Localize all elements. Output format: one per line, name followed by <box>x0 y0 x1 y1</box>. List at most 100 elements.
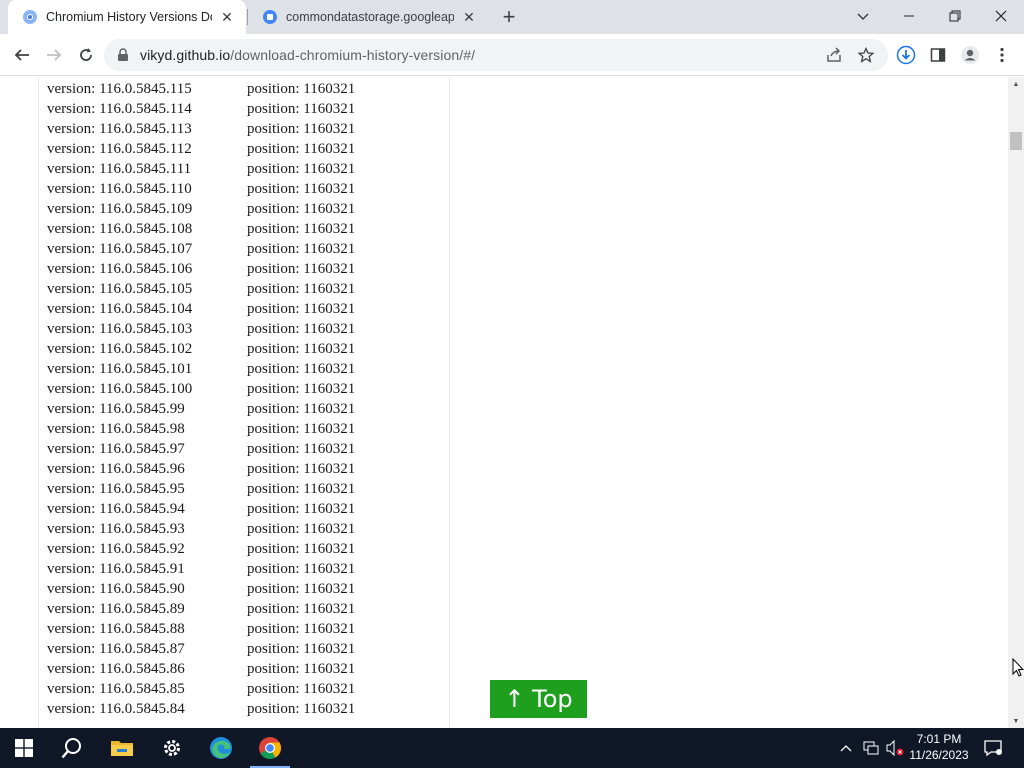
top-button[interactable]: ↑ Top <box>490 680 587 718</box>
version-label[interactable]: version: 116.0.5845.114 <box>47 101 192 118</box>
tab-search-chevron-icon[interactable] <box>840 0 886 32</box>
chromium-favicon-icon <box>23 10 37 24</box>
notification-center-icon[interactable] <box>980 728 1006 768</box>
minimize-icon[interactable] <box>886 0 932 32</box>
lock-icon[interactable] <box>116 48 130 62</box>
forward-icon[interactable] <box>40 41 68 69</box>
menu-more-icon[interactable] <box>988 41 1016 69</box>
side-panel-icon[interactable] <box>924 41 952 69</box>
tab-close-icon[interactable]: ✕ <box>218 8 236 26</box>
position-label: position: 1160321 <box>247 301 356 317</box>
version-label[interactable]: version: 116.0.5845.99 <box>47 401 185 418</box>
version-label[interactable]: version: 116.0.5845.115 <box>47 81 192 98</box>
position-label: position: 1160321 <box>247 381 356 397</box>
browser-toolbar: vikyd.github.io/download-chromium-histor… <box>0 34 1024 76</box>
version-label[interactable]: version: 116.0.5845.102 <box>47 341 192 358</box>
vertical-scrollbar[interactable]: ▲ ▼ <box>1008 77 1024 728</box>
position-label: position: 1160321 <box>247 641 356 657</box>
tab-chromium-history[interactable]: Chromium History Versions Dow ✕ <box>8 0 246 34</box>
clock-time: 7:01 PM <box>916 732 962 746</box>
show-hidden-icons-chevron-icon[interactable] <box>836 728 856 768</box>
version-label[interactable]: version: 116.0.5845.113 <box>47 121 192 138</box>
reload-icon[interactable] <box>72 41 100 69</box>
edge-icon[interactable] <box>197 728 245 768</box>
version-label[interactable]: version: 116.0.5845.111 <box>47 161 191 178</box>
position-label: position: 1160321 <box>247 261 356 277</box>
position-label: position: 1160321 <box>247 621 356 637</box>
url-host: vikyd.github.io <box>140 47 231 63</box>
tab-close-icon[interactable]: ✕ <box>460 8 478 26</box>
position-label: position: 1160321 <box>247 201 356 217</box>
start-icon[interactable] <box>0 728 48 768</box>
version-label[interactable]: version: 116.0.5845.103 <box>47 321 192 338</box>
version-label[interactable]: version: 116.0.5845.88 <box>47 621 185 638</box>
windows-taskbar: 7:01 PM 11/26/2023 <box>0 728 1024 768</box>
position-label: position: 1160321 <box>247 521 356 537</box>
position-label: position: 1160321 <box>247 421 356 437</box>
mouse-cursor-icon <box>1012 658 1024 677</box>
version-label[interactable]: version: 116.0.5845.95 <box>47 481 185 498</box>
restore-icon[interactable] <box>932 0 978 32</box>
bookmark-star-icon[interactable] <box>856 45 876 65</box>
address-bar[interactable]: vikyd.github.io/download-chromium-histor… <box>104 39 888 71</box>
version-label[interactable]: version: 116.0.5845.105 <box>47 281 192 298</box>
network-icon[interactable] <box>860 728 882 768</box>
position-label: position: 1160321 <box>247 501 356 517</box>
position-label: position: 1160321 <box>247 81 356 97</box>
scroll-down-arrow-icon[interactable]: ▼ <box>1008 714 1024 728</box>
back-icon[interactable] <box>8 41 36 69</box>
version-label[interactable]: version: 116.0.5845.100 <box>47 381 192 398</box>
download-icon[interactable] <box>892 41 920 69</box>
position-label: position: 1160321 <box>247 341 356 357</box>
position-label: position: 1160321 <box>247 701 356 717</box>
version-label[interactable]: version: 116.0.5845.107 <box>47 241 192 258</box>
position-label: position: 1160321 <box>247 601 356 617</box>
chrome-icon[interactable] <box>246 728 294 768</box>
position-label: position: 1160321 <box>247 101 356 117</box>
new-tab-icon[interactable]: + <box>497 4 521 29</box>
google-cloud-favicon-icon <box>263 10 277 24</box>
settings-icon[interactable] <box>148 728 196 768</box>
version-label[interactable]: version: 116.0.5845.106 <box>47 261 192 278</box>
version-label[interactable]: version: 116.0.5845.104 <box>47 301 192 318</box>
tab-commondatastorage[interactable]: commondatastorage.googleapis ✕ <box>248 0 488 34</box>
version-label[interactable]: version: 116.0.5845.96 <box>47 461 185 478</box>
version-label[interactable]: version: 116.0.5845.101 <box>47 361 192 378</box>
search-icon[interactable] <box>48 728 96 768</box>
version-label[interactable]: version: 116.0.5845.89 <box>47 601 185 618</box>
version-label[interactable]: version: 116.0.5845.94 <box>47 501 185 518</box>
position-label: position: 1160321 <box>247 161 356 177</box>
scroll-up-arrow-icon[interactable]: ▲ <box>1008 77 1024 91</box>
version-label[interactable]: version: 116.0.5845.90 <box>47 581 185 598</box>
position-label: position: 1160321 <box>247 181 356 197</box>
scrollbar-thumb[interactable] <box>1010 132 1022 150</box>
version-label[interactable]: version: 116.0.5845.97 <box>47 441 185 458</box>
share-icon[interactable] <box>824 45 844 65</box>
version-label[interactable]: version: 116.0.5845.109 <box>47 201 192 218</box>
url-path: /download-chromium-history-version/#/ <box>230 47 476 63</box>
close-window-icon[interactable] <box>978 0 1024 32</box>
volume-muted-icon[interactable] <box>884 728 906 768</box>
position-label: position: 1160321 <box>247 361 356 377</box>
version-label[interactable]: version: 116.0.5845.98 <box>47 421 185 438</box>
position-label: position: 1160321 <box>247 581 356 597</box>
version-label[interactable]: version: 116.0.5845.86 <box>47 661 185 678</box>
profile-avatar-icon[interactable] <box>956 41 984 69</box>
taskbar-clock[interactable]: 7:01 PM 11/26/2023 <box>906 731 972 763</box>
version-label[interactable]: version: 116.0.5845.91 <box>47 561 185 578</box>
position-label: position: 1160321 <box>247 141 356 157</box>
version-list: version: 116.0.5845.115 position: 1160321… <box>38 77 450 728</box>
version-label[interactable]: version: 116.0.5845.84 <box>47 701 185 718</box>
file-explorer-icon[interactable] <box>98 728 146 768</box>
version-label[interactable]: version: 116.0.5845.108 <box>47 221 192 238</box>
tab-title: Chromium History Versions Dow <box>46 10 212 24</box>
version-label[interactable]: version: 116.0.5845.87 <box>47 641 185 658</box>
version-label[interactable]: version: 116.0.5845.112 <box>47 141 192 158</box>
version-label[interactable]: version: 116.0.5845.92 <box>47 541 185 558</box>
position-label: position: 1160321 <box>247 461 356 477</box>
version-label[interactable]: version: 116.0.5845.110 <box>47 181 192 198</box>
page-content: version: 116.0.5845.115 position: 1160321… <box>0 77 1008 728</box>
version-label[interactable]: version: 116.0.5845.85 <box>47 681 185 698</box>
version-label[interactable]: version: 116.0.5845.93 <box>47 521 185 538</box>
position-label: position: 1160321 <box>247 241 356 257</box>
